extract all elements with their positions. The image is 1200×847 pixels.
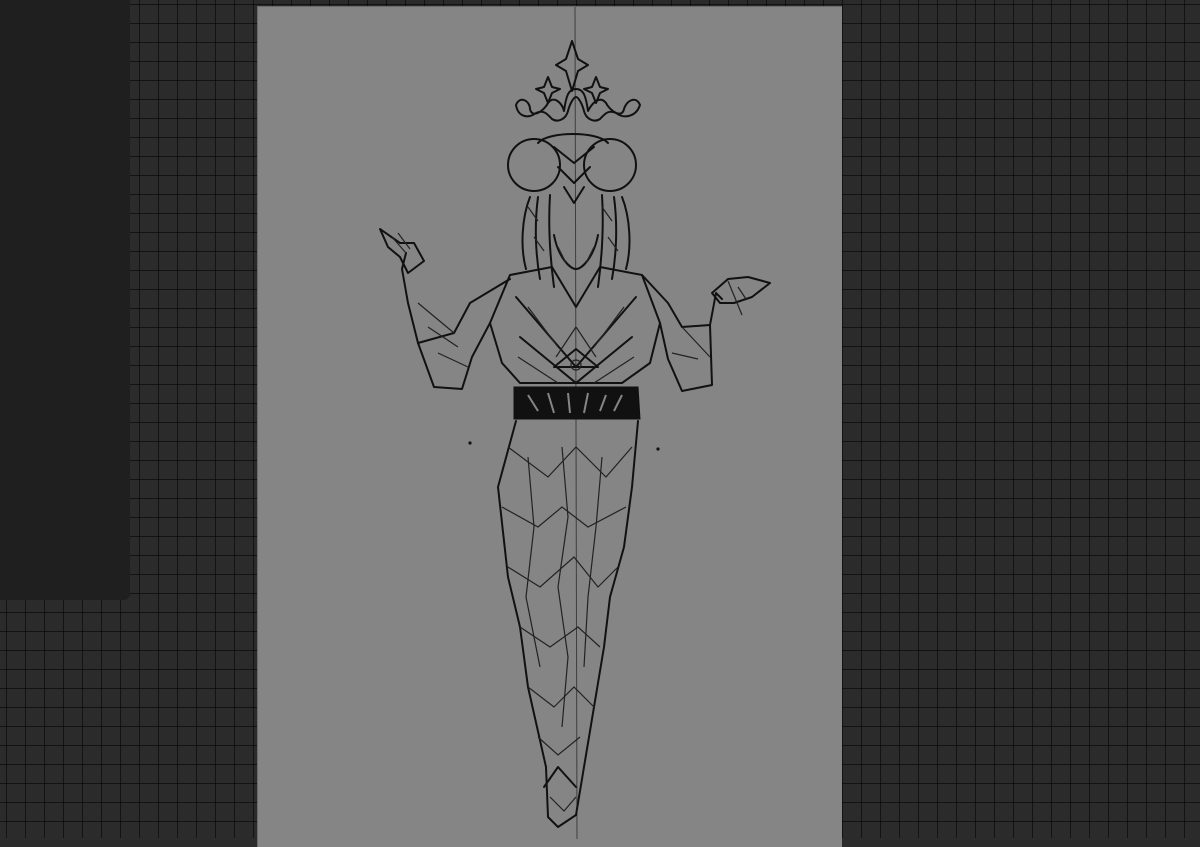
workspace-grid[interactable] — [0, 0, 1200, 847]
marker-dot-right — [656, 447, 660, 451]
marker-dot-left — [468, 441, 472, 445]
left-arm — [379, 228, 511, 390]
right-arm — [641, 274, 771, 392]
drawing-canvas[interactable] — [257, 6, 842, 847]
figure-line-art — [379, 7, 771, 839]
center-guide-line — [574, 7, 578, 839]
belt — [513, 386, 641, 420]
side-panel — [0, 0, 130, 600]
torso — [489, 266, 661, 384]
legs — [497, 420, 639, 828]
head-hair — [507, 133, 637, 288]
crown-ornament-icon — [515, 40, 641, 122]
